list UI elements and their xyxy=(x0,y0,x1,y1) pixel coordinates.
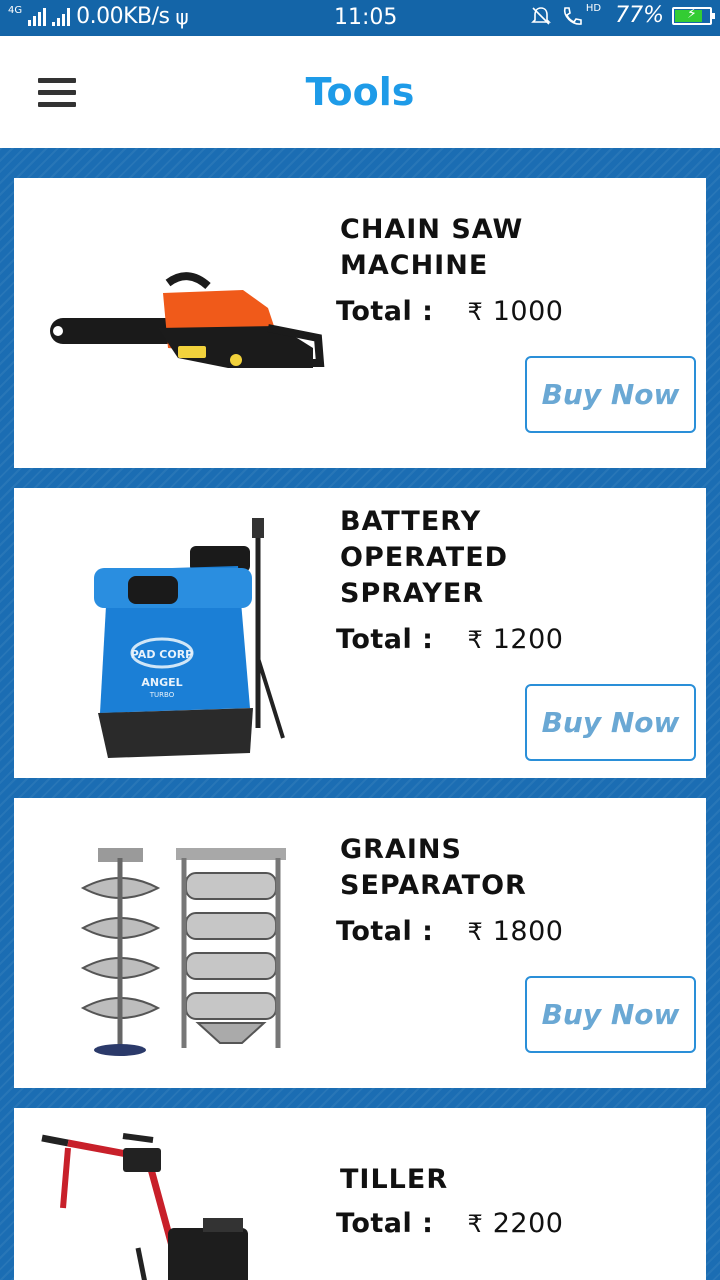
battery-sprayer-image: PAD CORP ANGEL TURBO xyxy=(94,518,285,758)
product-name: CHAIN SAW MACHINE xyxy=(340,214,524,281)
chain-saw-image xyxy=(50,272,325,368)
data-speed: 0.00KB/s xyxy=(76,4,170,29)
product-price: 1200 xyxy=(492,624,564,655)
product-total: Total : ₹ 1000 xyxy=(336,296,563,327)
total-label: Total : xyxy=(336,296,434,327)
product-card[interactable]: TILLER Total : ₹ 2200 xyxy=(14,1108,706,1280)
svg-text:ANGEL: ANGEL xyxy=(141,676,182,689)
product-price: 2200 xyxy=(492,1208,564,1239)
network-type: 4G xyxy=(8,5,23,16)
phone-icon xyxy=(563,6,582,25)
total-label: Total : xyxy=(336,624,434,655)
status-time: 11:05 xyxy=(334,5,398,30)
rupee-icon: ₹ xyxy=(467,1209,483,1238)
status-left: 4G 0.00KB/s ψ xyxy=(8,4,189,29)
app-bar: Tools xyxy=(0,36,720,148)
status-bar: 4G 0.00KB/s ψ 11:05 HD 77% ⚡ xyxy=(0,0,720,36)
grains-separator-image xyxy=(80,848,286,1056)
page-title: Tools xyxy=(305,70,415,114)
buy-now-button[interactable]: Buy Now xyxy=(525,684,696,761)
buy-now-button[interactable]: Buy Now xyxy=(525,356,696,433)
total-label: Total : xyxy=(336,916,434,947)
rupee-icon: ₹ xyxy=(467,917,483,946)
hd-label: HD xyxy=(585,3,602,14)
product-name: GRAINS SEPARATOR xyxy=(340,834,527,901)
product-list[interactable]: CHAIN SAW MACHINE Total : ₹ 1000 Buy Now… xyxy=(0,148,720,1280)
usb-icon: ψ xyxy=(175,4,189,29)
rupee-icon: ₹ xyxy=(467,625,483,654)
product-total: Total : ₹ 2200 xyxy=(336,1208,563,1239)
signal-icon xyxy=(28,7,47,26)
buy-now-button[interactable]: Buy Now xyxy=(525,976,696,1053)
product-name: BATTERY OPERATED SPRAYER xyxy=(340,506,509,609)
product-card[interactable]: GRAINS SEPARATOR Total : ₹ 1800 Buy Now xyxy=(14,798,706,1088)
svg-text:PAD CORP: PAD CORP xyxy=(131,648,193,661)
svg-text:TURBO: TURBO xyxy=(149,691,175,699)
product-card[interactable]: CHAIN SAW MACHINE Total : ₹ 1000 Buy Now xyxy=(14,178,706,468)
rupee-icon: ₹ xyxy=(467,297,483,326)
battery-icon: ⚡ xyxy=(672,6,715,25)
product-name: TILLER xyxy=(340,1164,449,1195)
total-label: Total : xyxy=(336,1208,434,1239)
battery-percent: 77% xyxy=(615,3,664,28)
bell-off-icon xyxy=(530,6,551,25)
product-price: 1800 xyxy=(492,916,564,947)
product-total: Total : ₹ 1800 xyxy=(336,916,563,947)
product-total: Total : ₹ 1200 xyxy=(336,624,563,655)
product-card[interactable]: PAD CORP ANGEL TURBO BATTERY OPERATED SP… xyxy=(14,488,706,778)
tiller-image xyxy=(41,1133,248,1280)
product-price: 1000 xyxy=(492,296,564,327)
signal-icon-2 xyxy=(52,7,71,26)
status-right: HD 77% ⚡ xyxy=(530,3,715,28)
